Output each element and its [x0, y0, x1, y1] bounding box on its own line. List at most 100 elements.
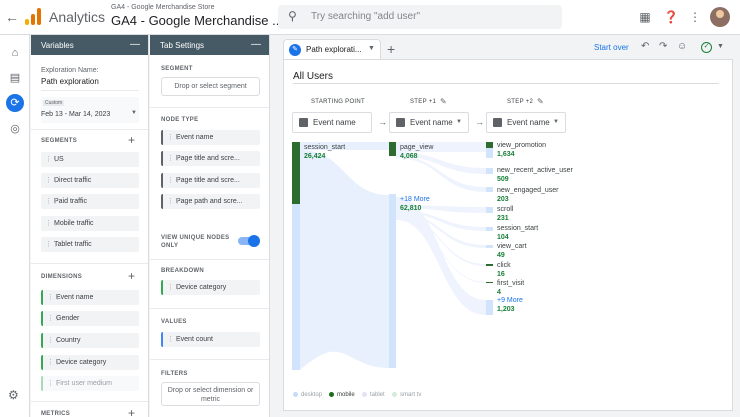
starting-point-header: STARTING POINT [311, 99, 365, 105]
legend-dot [329, 392, 334, 397]
filters-drop-zone[interactable]: Drop or select dimension or metric [161, 382, 260, 406]
dimension-chip[interactable]: ⋮⋮ Event name [41, 290, 139, 305]
add-dimension-icon[interactable]: + [128, 269, 135, 283]
segment-chip[interactable]: ⋮⋮ Mobile traffic [41, 216, 139, 231]
add-tab-icon[interactable]: + [387, 41, 395, 57]
node-select-label: Event name [313, 118, 356, 127]
edit-step-icon[interactable]: ✎ [537, 97, 544, 106]
chevron-down-icon[interactable]: ▼ [717, 43, 724, 50]
arrow-right-icon: → [378, 117, 387, 127]
back-arrow-icon[interactable]: ← [4, 9, 20, 25]
redo-icon[interactable]: ↷ [659, 41, 667, 52]
starting-point-selector[interactable]: Event name [292, 112, 372, 133]
settings-gear-icon[interactable]: ⚙ [8, 388, 19, 402]
search-placeholder: Try searching "add user" [311, 11, 420, 22]
dimension-chip[interactable]: ⋮⋮ Country [41, 333, 139, 348]
search-bar[interactable]: ⚲ Try searching "add user" [278, 5, 562, 29]
legend-item[interactable]: mobile [329, 392, 355, 398]
apps-grid-icon[interactable]: ▦ [637, 9, 653, 25]
dimension-chip[interactable]: ⋮⋮ Gender [41, 311, 139, 326]
divider [150, 107, 269, 108]
pencil-icon: ✎ [289, 44, 301, 56]
segment-section-title: SEGMENT [161, 66, 193, 72]
legend-item[interactable]: desktop [293, 392, 322, 398]
exploration-name-input[interactable]: Path exploration [41, 77, 99, 86]
reports-icon[interactable]: ▤ [7, 70, 23, 86]
tab-path-exploration[interactable]: ✎ Path explorati... ▼ [283, 39, 381, 59]
node-type-label: Page title and scre... [176, 155, 240, 162]
step2-selector[interactable]: Event name ▼ [486, 112, 566, 133]
metrics-title: METRICS [41, 411, 71, 417]
check-circle-icon[interactable]: ✓ [701, 42, 712, 53]
segment-chip[interactable]: ⋮⋮ Tablet traffic [41, 237, 139, 252]
segment-chip[interactable]: ⋮⋮ US [41, 152, 139, 167]
account-name[interactable]: GA4 - Google Merchandise Store [111, 4, 215, 11]
drag-handle-icon: ⋮⋮ [167, 198, 181, 205]
drag-handle-icon: ⋮⋮ [167, 284, 181, 291]
more-vert-icon[interactable]: ⋮ [687, 9, 703, 25]
legend-dot [392, 392, 397, 397]
drag-handle-icon: ⋮⋮ [45, 198, 59, 205]
breakdown-label: Device category [176, 284, 227, 291]
node-type-chip[interactable]: ⋮⋮ Page path and scre... [161, 194, 260, 209]
segment-chip[interactable]: ⋮⋮ Paid traffic [41, 194, 139, 209]
help-icon[interactable]: ❓ [663, 9, 679, 25]
unique-nodes-label: VIEW UNIQUE NODES [161, 235, 230, 241]
more-nodes-link[interactable]: +18 More [400, 196, 430, 203]
property-selector[interactable]: GA4 - Google Merchandise ... [111, 13, 283, 28]
add-metric-icon[interactable]: + [128, 406, 135, 417]
unique-nodes-toggle[interactable] [238, 235, 260, 247]
node-select-label: Event name [507, 118, 550, 127]
start-over-button[interactable]: Start over [594, 43, 629, 52]
chevron-down-icon: ▼ [131, 110, 137, 116]
node-type-chip[interactable]: ⋮⋮ Page title and scre... [161, 151, 260, 166]
node-value: 62,810 [400, 205, 422, 212]
dimension-chip[interactable]: ⋮⋮ Device category [41, 355, 139, 370]
minimize-icon[interactable]: — [251, 39, 261, 50]
breakdown-chip[interactable]: ⋮⋮ Device category [161, 280, 260, 295]
avatar[interactable] [710, 7, 730, 27]
segment-drop-zone[interactable]: Drop or select segment [161, 77, 260, 96]
add-segment-icon[interactable]: + [128, 133, 135, 147]
divider [150, 359, 269, 360]
segment-label: Tablet traffic [54, 241, 92, 248]
divider [31, 263, 148, 264]
segment-chip[interactable]: ⋮⋮ Direct traffic [41, 173, 139, 188]
divider [31, 129, 148, 130]
tab-label: Path explorati... [306, 45, 362, 54]
more-nodes-link[interactable]: +9 More [497, 297, 523, 304]
values-chip[interactable]: ⋮⋮ Event count [161, 332, 260, 347]
tab-settings-title: Tab Settings [160, 41, 205, 50]
legend-label: mobile [337, 392, 355, 399]
explore-icon[interactable]: ⟳ [6, 94, 24, 112]
drag-handle-icon: ⋮⋮ [45, 177, 59, 184]
step1-header: STEP +1 [410, 99, 437, 105]
node-type-label: Page title and scre... [176, 177, 240, 184]
dimension-label: Device category [56, 359, 107, 366]
undo-icon[interactable]: ↶ [641, 41, 649, 52]
share-user-icon[interactable]: ☺ [677, 41, 687, 52]
node-type-chip[interactable]: ⋮⋮ Page title and scre... [161, 173, 260, 188]
node-label: session_start [497, 225, 539, 232]
step1-selector[interactable]: Event name ▼ [389, 112, 469, 133]
top-bar: ← Analytics GA4 - Google Merchandise Sto… [0, 0, 740, 35]
legend-item[interactable]: tablet [362, 392, 385, 398]
node-label: page_view [400, 144, 434, 151]
minimize-icon[interactable]: — [130, 39, 140, 50]
advertising-icon[interactable]: ◎ [7, 121, 23, 137]
drag-handle-icon: ⋮⋮ [167, 336, 181, 343]
date-range-picker[interactable]: Custom Feb 13 - Mar 14, 2023 ▼ [41, 97, 139, 123]
node-value: 16 [497, 271, 505, 278]
node-type-chip[interactable]: ⋮⋮ Event name [161, 130, 260, 145]
divider [293, 83, 719, 84]
edit-step-icon[interactable]: ✎ [440, 97, 447, 106]
node-type-label: Event name [176, 134, 214, 141]
dimension-chip[interactable]: ⋮⋮ First user medium [41, 376, 139, 391]
home-icon[interactable]: ⌂ [7, 45, 23, 61]
date-range-value: Feb 13 - Mar 14, 2023 [41, 111, 111, 118]
legend-item[interactable]: smart tv [392, 392, 421, 398]
chevron-down-icon[interactable]: ▼ [368, 45, 375, 52]
node-label: click [497, 262, 511, 269]
step2-header: STEP +2 [507, 99, 534, 105]
tab-settings-header: Tab Settings — [150, 35, 269, 55]
